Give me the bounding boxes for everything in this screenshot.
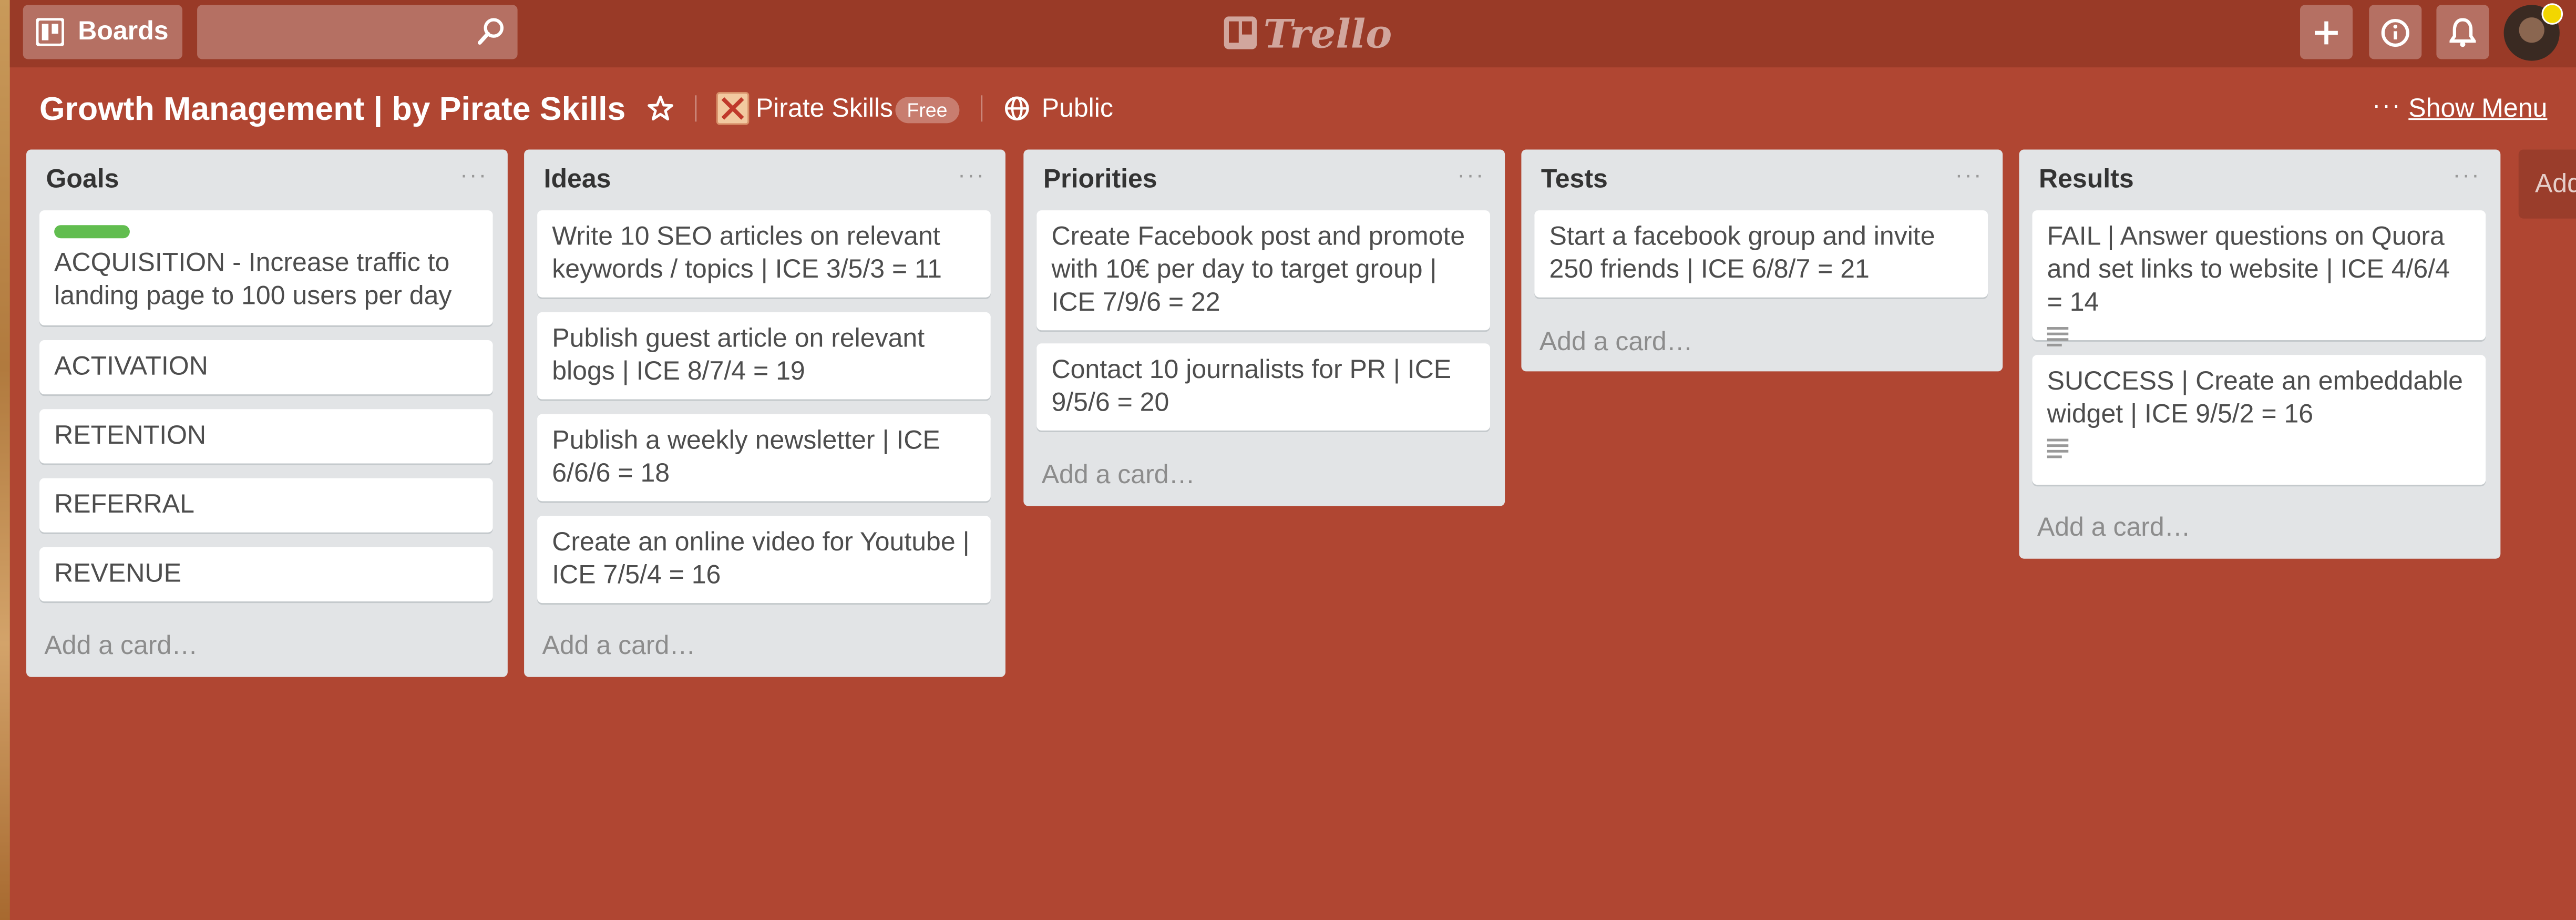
team-logo-icon <box>721 97 744 120</box>
card-text: REVENUE <box>54 560 181 589</box>
boards-icon <box>37 18 65 46</box>
globe-icon <box>1004 96 1029 121</box>
card-text: Write 10 SEO articles on relevant keywor… <box>552 223 942 284</box>
divider <box>695 95 697 122</box>
card-text: REFERRAL <box>54 491 194 519</box>
card[interactable]: Publish guest article on relevant blogs … <box>537 312 991 400</box>
card[interactable]: Start a facebook group and invite 250 fr… <box>1534 210 1988 298</box>
list-tests: Tests ··· Start a facebook group and inv… <box>1521 149 2003 372</box>
card-text: ACQUISITION - Increase traffic to landin… <box>54 250 452 311</box>
list-title[interactable]: Results <box>2039 166 2134 196</box>
team-logo[interactable] <box>716 92 750 125</box>
visibility-toggle[interactable]: Public <box>1042 95 1113 125</box>
card[interactable]: SUCCESS | Create an embeddable widget | … <box>2032 355 2486 485</box>
info-icon <box>2381 18 2409 46</box>
list-priorities: Priorities ··· Create Facebook post and … <box>1023 149 1505 506</box>
list-menu-icon[interactable]: ··· <box>958 161 986 187</box>
card-text: SUCCESS | Create an embeddable widget | … <box>2047 368 2464 429</box>
card[interactable]: ACQUISITION - Increase traffic to landin… <box>39 210 493 325</box>
list-title[interactable]: Goals <box>46 166 119 196</box>
card[interactable]: Publish a weekly newsletter | ICE 6/6/6 … <box>537 414 991 502</box>
avatar-badge <box>2541 3 2563 25</box>
bell-icon <box>2449 17 2476 46</box>
add-card-link[interactable]: Add a card… <box>1042 462 1195 491</box>
list-title[interactable]: Ideas <box>544 166 611 196</box>
add-card-link[interactable]: Add a card… <box>44 632 198 662</box>
card[interactable]: REFERRAL <box>39 478 493 533</box>
list-title[interactable]: Tests <box>1541 166 1608 196</box>
list-menu-icon[interactable]: ··· <box>1457 161 1485 187</box>
top-header: Boards Trello <box>9 0 2576 68</box>
list-results: Results ··· FAIL | Answer questions on Q… <box>2019 149 2501 559</box>
card-text: RETENTION <box>54 422 207 451</box>
description-icon <box>2047 327 2069 346</box>
description-icon <box>2047 438 2069 458</box>
plus-icon <box>2315 21 2338 44</box>
divider <box>981 95 983 122</box>
add-card-link[interactable]: Add a card… <box>542 632 695 662</box>
board-header: Growth Management | by Pirate Skills Pir… <box>0 67 2576 149</box>
info-button[interactable] <box>2369 5 2422 59</box>
card-text: Create an online video for Youtube | ICE… <box>552 529 970 590</box>
card[interactable]: ACTIVATION <box>39 340 493 395</box>
list-title[interactable]: Priorities <box>1043 166 1157 196</box>
card-text: Publish a weekly newsletter | ICE 6/6/6 … <box>552 427 940 488</box>
team-name[interactable]: Pirate Skills <box>756 95 893 125</box>
card-text: Contact 10 journalists for PR | ICE 9/5/… <box>1051 356 1452 417</box>
trello-logo-icon <box>1224 16 1257 49</box>
boards-button[interactable]: Boards <box>23 5 182 59</box>
plan-badge: Free <box>895 97 959 124</box>
card[interactable]: Contact 10 journalists for PR | ICE 9/5/… <box>1036 343 1491 431</box>
card[interactable]: Create Facebook post and promote with 10… <box>1036 210 1491 331</box>
card[interactable]: FAIL | Answer questions on Quora and set… <box>2032 210 2486 346</box>
card-text: FAIL | Answer questions on Quora and set… <box>2047 223 2450 318</box>
add-card-link[interactable]: Add a card… <box>1540 329 1693 358</box>
add-list-button[interactable]: Add <box>2518 149 2576 219</box>
search-icon[interactable] <box>476 16 506 46</box>
trello-logo[interactable]: Trello <box>1224 9 1392 57</box>
notifications-button[interactable] <box>2436 5 2489 59</box>
list-menu-icon[interactable]: ··· <box>460 161 488 187</box>
menu-dots-icon[interactable]: ··· <box>2373 92 2402 120</box>
list-menu-icon[interactable]: ··· <box>2453 161 2481 187</box>
card[interactable]: REVENUE <box>39 547 493 602</box>
show-menu-link[interactable]: Show Menu <box>2408 95 2547 125</box>
card[interactable]: Create an online video for Youtube | ICE… <box>537 516 991 604</box>
boards-label: Boards <box>78 17 169 45</box>
card-text: Start a facebook group and invite 250 fr… <box>1549 223 1935 284</box>
trello-app: Boards Trello Growth Management | by Pir… <box>0 0 2576 920</box>
card[interactable]: RETENTION <box>39 409 493 464</box>
card-label-green <box>54 225 130 239</box>
list-goals: Goals ··· ACQUISITION - Increase traffic… <box>26 149 508 677</box>
card-text: Publish guest article on relevant blogs … <box>552 325 925 386</box>
card-text: Create Facebook post and promote with 10… <box>1051 223 1465 318</box>
card[interactable]: Write 10 SEO articles on relevant keywor… <box>537 210 991 298</box>
add-button[interactable] <box>2300 5 2353 59</box>
board-title[interactable]: Growth Management | by Pirate Skills <box>39 92 625 130</box>
logo-text: Trello <box>1263 9 1392 57</box>
add-card-link[interactable]: Add a card… <box>2037 514 2191 544</box>
list-menu-icon[interactable]: ··· <box>1955 161 1983 187</box>
star-icon[interactable] <box>648 95 674 121</box>
list-ideas: Ideas ··· Write 10 SEO articles on relev… <box>524 149 1005 677</box>
search-input[interactable] <box>197 5 518 59</box>
card-text: ACTIVATION <box>54 353 208 382</box>
